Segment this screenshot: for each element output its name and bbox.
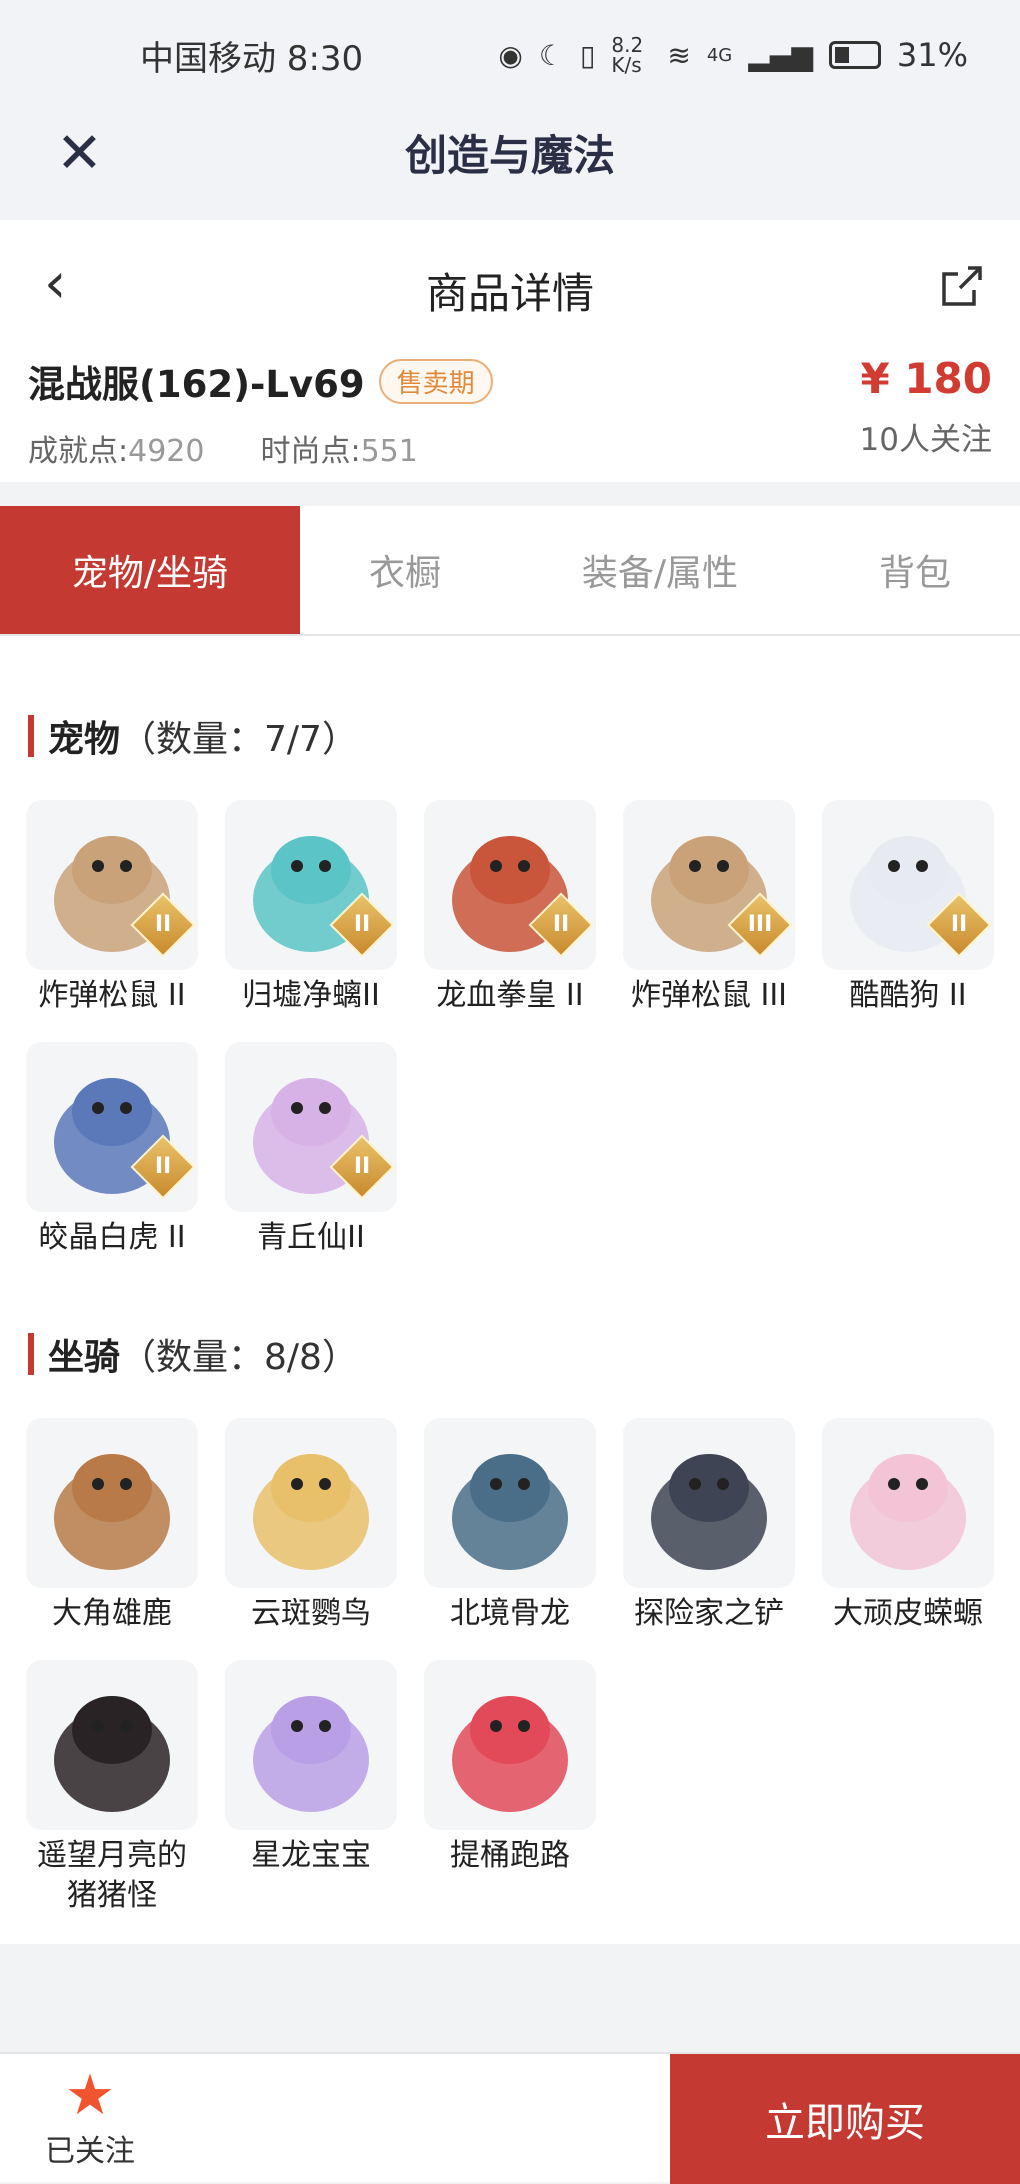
fashion-label: 时尚点: (260, 434, 361, 469)
mounts-item[interactable]: 提桶跑路 (424, 1660, 596, 1876)
achievement-value: 4920 (128, 434, 205, 469)
tiger-icon: II (26, 1042, 198, 1212)
pets-section-title: 宠物 （数量：7/7） (28, 710, 358, 762)
goods-info: 混战服(162)-Lv69 售卖期 成就点:4920 时尚点:551 ¥ 180… (28, 354, 992, 470)
status-bar: 中国移动 8:30 ◉ ☾ ▯ 8.2 K/s ≋ 4G ▂▄▆ 31% (0, 0, 1020, 110)
mounts-item-name: 星龙宝宝 (251, 1838, 371, 1873)
tab-bar: 宠物/坐骑 衣橱 装备/属性 背包 (0, 506, 1020, 636)
pets-item-name: 归墟净螭II (242, 978, 380, 1013)
pets-item[interactable]: II 皎晶白虎 II (26, 1042, 198, 1258)
bucket-icon (424, 1660, 596, 1830)
dog-icon: II (822, 800, 994, 970)
axolotl-icon (822, 1418, 994, 1588)
stag-icon (26, 1418, 198, 1588)
page-title: 商品详情 (425, 269, 594, 318)
mounts-item-name: 遥望月亮的猪猪怪 (37, 1838, 187, 1913)
bull-icon: II (424, 800, 596, 970)
mounts-item[interactable]: 探险家之铲 (623, 1418, 795, 1634)
tab-bag[interactable]: 背包 (810, 506, 1020, 634)
pets-item-name: 炸弹松鼠 III (630, 978, 788, 1013)
mounts-item-name: 提桶跑路 (450, 1838, 570, 1873)
battery-icon (828, 41, 881, 69)
mounts-item[interactable]: 大角雄鹿 (26, 1418, 198, 1634)
fashion-value: 551 (360, 434, 418, 469)
share-icon[interactable] (938, 264, 984, 310)
eye-icon: ◉ (498, 38, 523, 72)
pig-icon (26, 1660, 198, 1830)
fox-fairy-icon: II (225, 1042, 397, 1212)
shovel-icon (623, 1418, 795, 1588)
mounts-item[interactable]: 遥望月亮的猪猪怪 (26, 1660, 198, 1916)
pets-item-name: 青丘仙II (257, 1220, 365, 1255)
baby-dragon-icon (225, 1660, 397, 1830)
pets-item[interactable]: III 炸弹松鼠 III (623, 800, 795, 1016)
battery-level: 31% (896, 36, 968, 74)
pets-item-name: 酷酷狗 II (849, 978, 967, 1013)
tab-wardrobe[interactable]: 衣橱 (300, 506, 510, 634)
carrier-time: 中国移动 8:30 (140, 38, 364, 79)
pets-item-name: 龙血拳皇 II (436, 978, 584, 1013)
mounts-item[interactable]: 云斑鹦鸟 (225, 1418, 397, 1634)
mounts-section-title: 坐骑 （数量：8/8） (28, 1328, 358, 1380)
goods-name: 混战服(162)-Lv69 (28, 363, 365, 406)
status-badge: 售卖期 (378, 358, 493, 404)
achievement-label: 成就点: (28, 434, 129, 469)
mounts-item-name: 云斑鹦鸟 (251, 1596, 371, 1631)
mounts-item[interactable]: 星龙宝宝 (225, 1660, 397, 1876)
dragon-icon: II (225, 800, 397, 970)
mounts-item-name: 大顽皮蝾螈 (833, 1596, 983, 1631)
pets-item[interactable]: II 炸弹松鼠 II (26, 800, 198, 1016)
vibrate-icon: ▯ (579, 38, 596, 72)
price: ¥ 180 (860, 354, 992, 403)
followers-count: 10人关注 (859, 422, 992, 458)
follow-button[interactable]: ★ 已关注 (40, 2066, 140, 2170)
app-bar: ✕ 创造与魔法 (0, 110, 1020, 220)
network-type: 4G (706, 44, 733, 66)
squirrel-icon: III (623, 800, 795, 970)
pets-count: （数量：7/7） (120, 719, 358, 760)
squirrel-icon: II (26, 800, 198, 970)
content-area: 宠物 （数量：7/7） II 炸弹松鼠 II II 归墟净螭II II 龙血拳皇 II II… (0, 636, 1020, 1944)
buy-now-button[interactable]: 立即购买 (670, 2054, 1020, 2184)
follow-label: 已关注 (45, 2134, 135, 2169)
mounts-item[interactable]: 北境骨龙 (424, 1418, 596, 1634)
star-icon: ★ (64, 2063, 116, 2128)
parrot-icon (225, 1418, 397, 1588)
signal-icon: ▂▄▆ (748, 38, 813, 72)
mounts-item-name: 大角雄鹿 (52, 1596, 172, 1631)
nav-bar: ‹ 商品详情 (0, 220, 1020, 350)
pets-item[interactable]: II 归墟净螭II (225, 800, 397, 1016)
wifi-icon: ≋ (667, 38, 691, 72)
pets-item[interactable]: II 酷酷狗 II (822, 800, 994, 1016)
bone-dragon-icon (424, 1418, 596, 1588)
tab-equipment[interactable]: 装备/属性 (510, 506, 810, 634)
moon-icon: ☾ (538, 38, 564, 72)
mounts-item[interactable]: 大顽皮蝾螈 (822, 1418, 994, 1634)
pets-item[interactable]: II 青丘仙II (225, 1042, 397, 1258)
bottom-bar: ★ 已关注 立即购买 (0, 2052, 1020, 2184)
mounts-item-name: 北境骨龙 (450, 1596, 570, 1631)
pets-item-name: 炸弹松鼠 II (38, 978, 186, 1013)
pets-item-name: 皎晶白虎 II (38, 1220, 186, 1255)
tab-pets-mounts[interactable]: 宠物/坐骑 (0, 506, 300, 634)
mounts-count: （数量：8/8） (120, 1337, 358, 1378)
goods-panel: ‹ 商品详情 混战服(162)-Lv69 售卖期 成就点:4920 时尚点:55… (0, 220, 1020, 482)
net-speed: 8.2 K/s (611, 33, 644, 77)
pets-item[interactable]: II 龙血拳皇 II (424, 800, 596, 1016)
mounts-item-name: 探险家之铲 (634, 1596, 784, 1631)
app-title: 创造与魔法 (404, 131, 615, 180)
